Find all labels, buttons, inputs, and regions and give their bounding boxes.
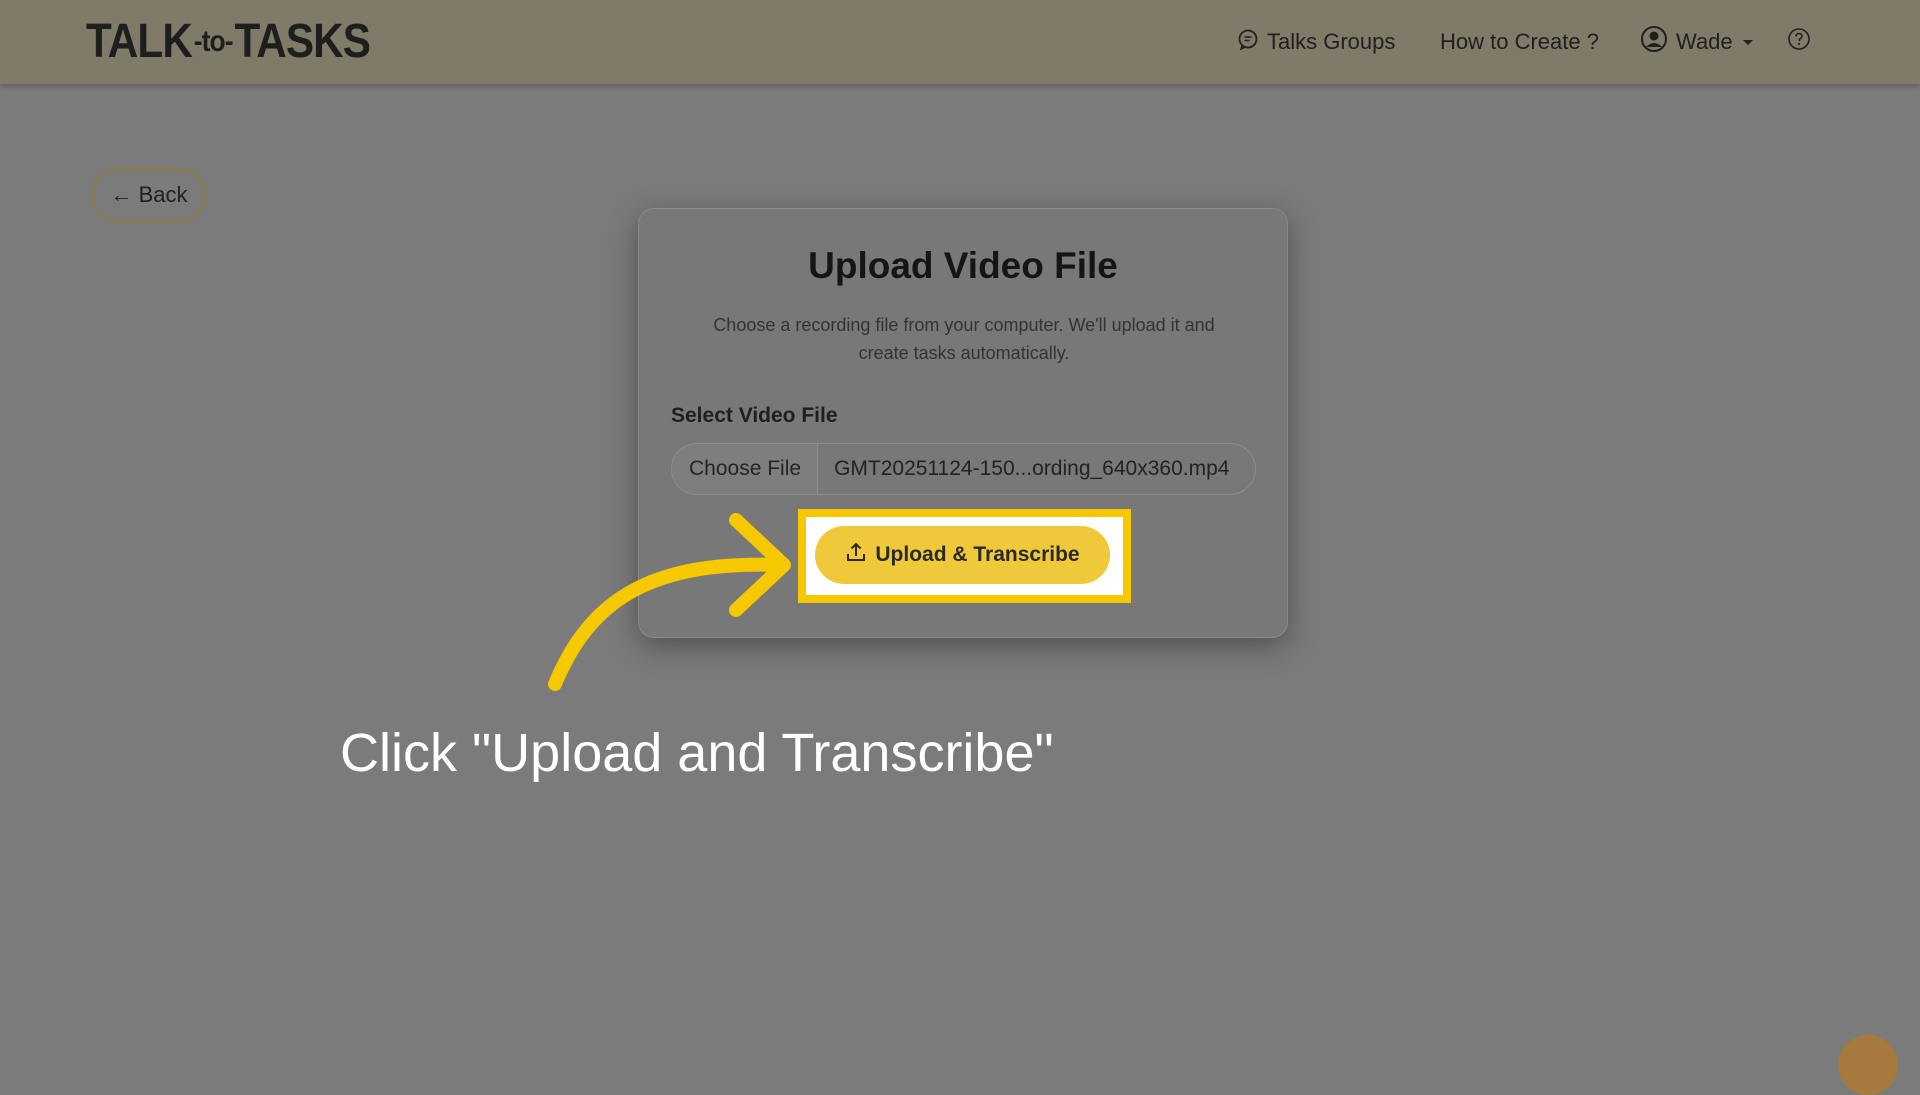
brand-logo[interactable]: TALK -to- TASKS xyxy=(86,14,371,69)
brand-logo-left: TALK xyxy=(86,15,193,68)
video-file-input[interactable]: Choose File GMT20251124-150...ording_640… xyxy=(671,443,1256,495)
upload-transcribe-label: Upload & Transcribe xyxy=(875,543,1080,566)
caret-down-icon xyxy=(1742,39,1753,45)
floating-chat-button[interactable] xyxy=(1838,1035,1898,1095)
brand-logo-right: TASKS xyxy=(234,15,371,68)
upload-icon xyxy=(845,541,867,569)
instruction-callout: Click "Upload and Transcribe" xyxy=(340,723,1054,783)
question-circle-icon xyxy=(1787,27,1811,57)
curved-arrow-icon xyxy=(548,513,791,691)
nav-how-to-create[interactable]: How to Create ? xyxy=(1440,26,1599,58)
upload-transcribe-button[interactable]: Upload & Transcribe xyxy=(815,526,1110,584)
nav-how-to-create-label: How to Create ? xyxy=(1440,29,1599,54)
choose-file-button[interactable]: Choose File xyxy=(672,444,819,494)
back-button[interactable]: ← Back xyxy=(92,168,206,222)
card-title: Upload Video File xyxy=(808,245,1118,286)
user-name: Wade xyxy=(1676,29,1733,54)
user-circle-icon xyxy=(1640,25,1668,59)
brand-logo-mid: -to- xyxy=(193,24,234,58)
back-button-label: ← Back xyxy=(110,182,188,207)
user-menu-dropdown[interactable]: Wade xyxy=(1640,26,1753,58)
nav-talks-groups[interactable]: Talks Groups xyxy=(1237,26,1395,58)
selected-file-name: GMT20251124-150...ording_640x360.mp4 xyxy=(834,457,1230,480)
card-description: Choose a recording file from your comput… xyxy=(713,315,1215,363)
help-button[interactable] xyxy=(1787,26,1811,58)
chat-bubble-icon xyxy=(1237,28,1259,56)
top-navbar: TALK -to- TASKS Talks Groups How to Crea… xyxy=(0,0,1920,84)
video-file-label: Select Video File xyxy=(671,404,838,427)
nav-talks-groups-label: Talks Groups xyxy=(1267,29,1396,54)
